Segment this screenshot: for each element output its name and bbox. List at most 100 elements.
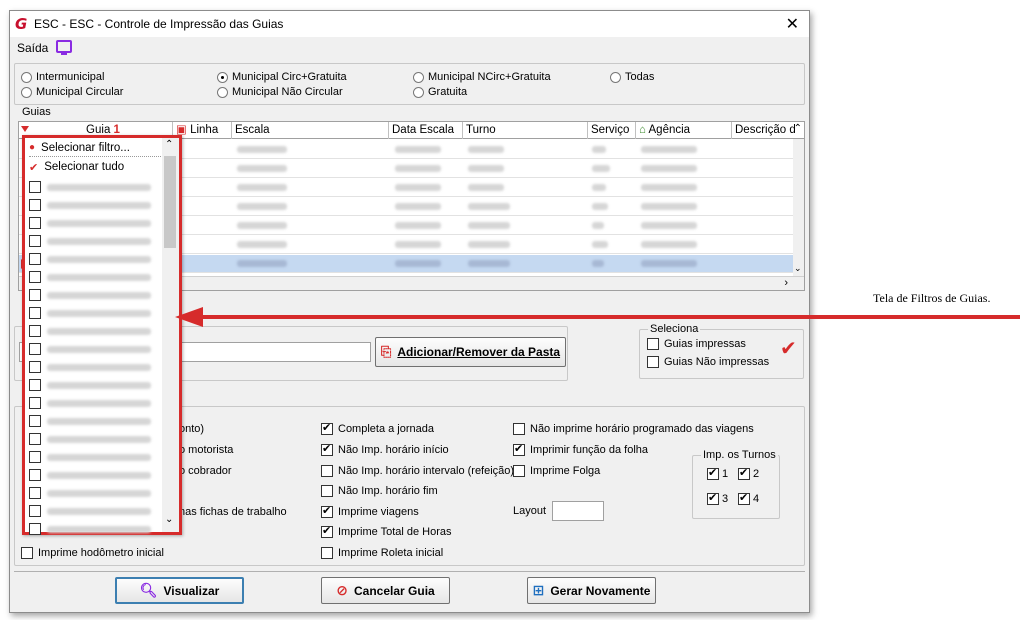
filter-option-checkbox[interactable] [29,235,41,247]
filter-option-item[interactable] [29,322,165,340]
filter-option-checkbox[interactable] [29,343,41,355]
checkbox-turno-1[interactable]: 1 [707,466,728,480]
filter-option-label [47,219,151,227]
filter-option-checkbox[interactable] [29,523,41,535]
monitor-icon[interactable] [56,40,72,55]
filter-option-checkbox[interactable] [29,253,41,265]
filter-option-item[interactable] [29,520,165,538]
select-all-item[interactable]: ✔ Selecionar tudo [29,158,165,176]
scrollbar-thumb[interactable] [164,156,176,248]
close-icon[interactable]: ✕ [786,14,799,34]
col-data-escala[interactable]: Data Escala [389,122,463,139]
checkbox-turno-4[interactable]: 4 [738,491,759,505]
filter-dropdown[interactable]: ● Selecionar filtro... ✔ Selecionar tudo… [22,135,182,535]
checkbox-imprime-roleta[interactable]: Imprime Roleta inicial [321,547,443,559]
dropdown-scrollbar[interactable]: ⌃ ⌄ [162,138,179,532]
filter-option-item[interactable] [29,286,165,304]
filter-option-item[interactable] [29,502,165,520]
scroll-up-icon[interactable]: ⌃ [165,139,173,150]
filter-option-checkbox[interactable] [29,307,41,319]
filter-option-checkbox[interactable] [29,415,41,427]
scroll-right-icon[interactable]: › [784,277,788,289]
checkbox-turno-2[interactable]: 2 [738,466,759,480]
add-remove-folder-button[interactable]: ⎘ Adicionar/Remover da Pasta [375,337,566,367]
checkbox-nao-imp-intervalo[interactable]: Não Imp. horário intervalo (refeição) [321,465,514,477]
filter-option-item[interactable] [29,196,165,214]
check-mark-icon[interactable]: ✔ [780,336,797,360]
scroll-down-icon[interactable]: ⌄ [165,514,173,525]
filter-option-checkbox[interactable] [29,181,41,193]
annotation-text: Tela de Filtros de Guias. [873,291,991,305]
filter-option-item[interactable] [29,250,165,268]
checkbox-nao-imp-fim[interactable]: Não Imp. horário fim [321,485,438,497]
filter-option-item[interactable] [29,394,165,412]
filter-option-item[interactable] [29,412,165,430]
filter-option-item[interactable] [29,304,165,322]
radio-municipal-nao-circular[interactable]: Municipal Não Circular [217,86,343,98]
checkbox-imprime-viagens[interactable]: Imprime viagens [321,504,419,518]
filter-option-checkbox[interactable] [29,505,41,517]
filter-option-checkbox[interactable] [29,289,41,301]
col-escala[interactable]: Escala [232,122,389,139]
visualizar-button[interactable]: 🔍︎ Visualizar [115,577,244,604]
checkbox-guias-nao-impressas[interactable]: Guias Não impressas [647,356,769,368]
filter-option-checkbox[interactable] [29,361,41,373]
col-turno[interactable]: Turno [463,122,588,139]
filter-option-item[interactable] [29,430,165,448]
check-icon: ✔ [29,160,39,174]
col-descricao[interactable]: Descrição da [732,122,795,139]
checkbox-nao-imprime-horario-programado[interactable]: Não imprime horário programado das viage… [513,423,754,435]
filter-option-item[interactable] [29,268,165,286]
filter-option-label [47,255,151,263]
checkbox-imprimir-funcao-folha[interactable]: Imprimir função da folha [513,442,648,456]
checkbox-imprime-total-horas[interactable]: Imprime Total de Horas [321,524,452,538]
col-agencia[interactable]: ⌂ Agência [636,122,732,139]
filter-option-item[interactable] [29,484,165,502]
filter-option-checkbox[interactable] [29,487,41,499]
filter-option-item[interactable] [29,376,165,394]
filter-option-checkbox[interactable] [29,433,41,445]
scroll-up-icon[interactable]: ⌃ [794,123,802,134]
filter-option-item[interactable] [29,340,165,358]
menu-bar: Saída [10,37,809,59]
checkbox-hodometro[interactable]: Imprime hodômetro inicial [21,547,164,559]
filter-dropdown-icon[interactable] [21,126,29,132]
filter-option-item[interactable] [29,466,165,484]
filter-option-checkbox[interactable] [29,271,41,283]
scroll-down-icon[interactable]: ⌄ [794,263,802,274]
radio-gratuita[interactable]: Gratuita [413,86,467,98]
filter-option-checkbox[interactable] [29,199,41,211]
filter-option-checkbox[interactable] [29,217,41,229]
filter-option-item[interactable] [29,358,165,376]
radio-todas[interactable]: Todas [610,71,654,83]
filter-option-item[interactable] [29,232,165,250]
checkbox-turno-3[interactable]: 3 [707,491,728,505]
filter-option-checkbox[interactable] [29,379,41,391]
checkbox-completa-jornada[interactable]: Completa a jornada [321,421,434,435]
guias-group-label: Guias [22,106,51,118]
seleciona-group: Seleciona Guias impressas Guias Não impr… [639,323,804,379]
grid-vertical-scrollbar[interactable]: ⌄ [793,139,804,276]
select-filter-item[interactable]: ● Selecionar filtro... [29,139,165,157]
menu-saida[interactable]: Saída [17,41,48,55]
filter-option-item[interactable] [29,448,165,466]
filter-option-checkbox[interactable] [29,451,41,463]
filter-option-item[interactable] [29,178,165,196]
checkbox-guias-impressas[interactable]: Guias impressas [647,338,746,350]
radio-municipal-circ-gratuita[interactable]: Municipal Circ+Gratuita [217,71,347,83]
filter-option-checkbox[interactable] [29,397,41,409]
guia-type-group: Intermunicipal Municipal Circ+Gratuita M… [14,63,805,105]
filter-option-item[interactable] [29,214,165,232]
radio-intermunicipal[interactable]: Intermunicipal [21,71,104,83]
checkbox-nao-imp-inicio[interactable]: Não Imp. horário início [321,442,449,456]
bullet-icon: ● [29,142,36,153]
layout-input[interactable] [552,501,604,521]
radio-municipal-circular[interactable]: Municipal Circular [21,86,123,98]
col-servico[interactable]: Serviço [588,122,636,139]
cancelar-guia-button[interactable]: ⊘ Cancelar Guia [321,577,450,604]
filter-option-checkbox[interactable] [29,325,41,337]
checkbox-imprime-folga[interactable]: Imprime Folga [513,465,600,477]
radio-municipal-ncirc-gratuita[interactable]: Municipal NCirc+Gratuita [413,71,551,83]
filter-option-checkbox[interactable] [29,469,41,481]
gerar-novamente-button[interactable]: ⊞ Gerar Novamente [527,577,656,604]
